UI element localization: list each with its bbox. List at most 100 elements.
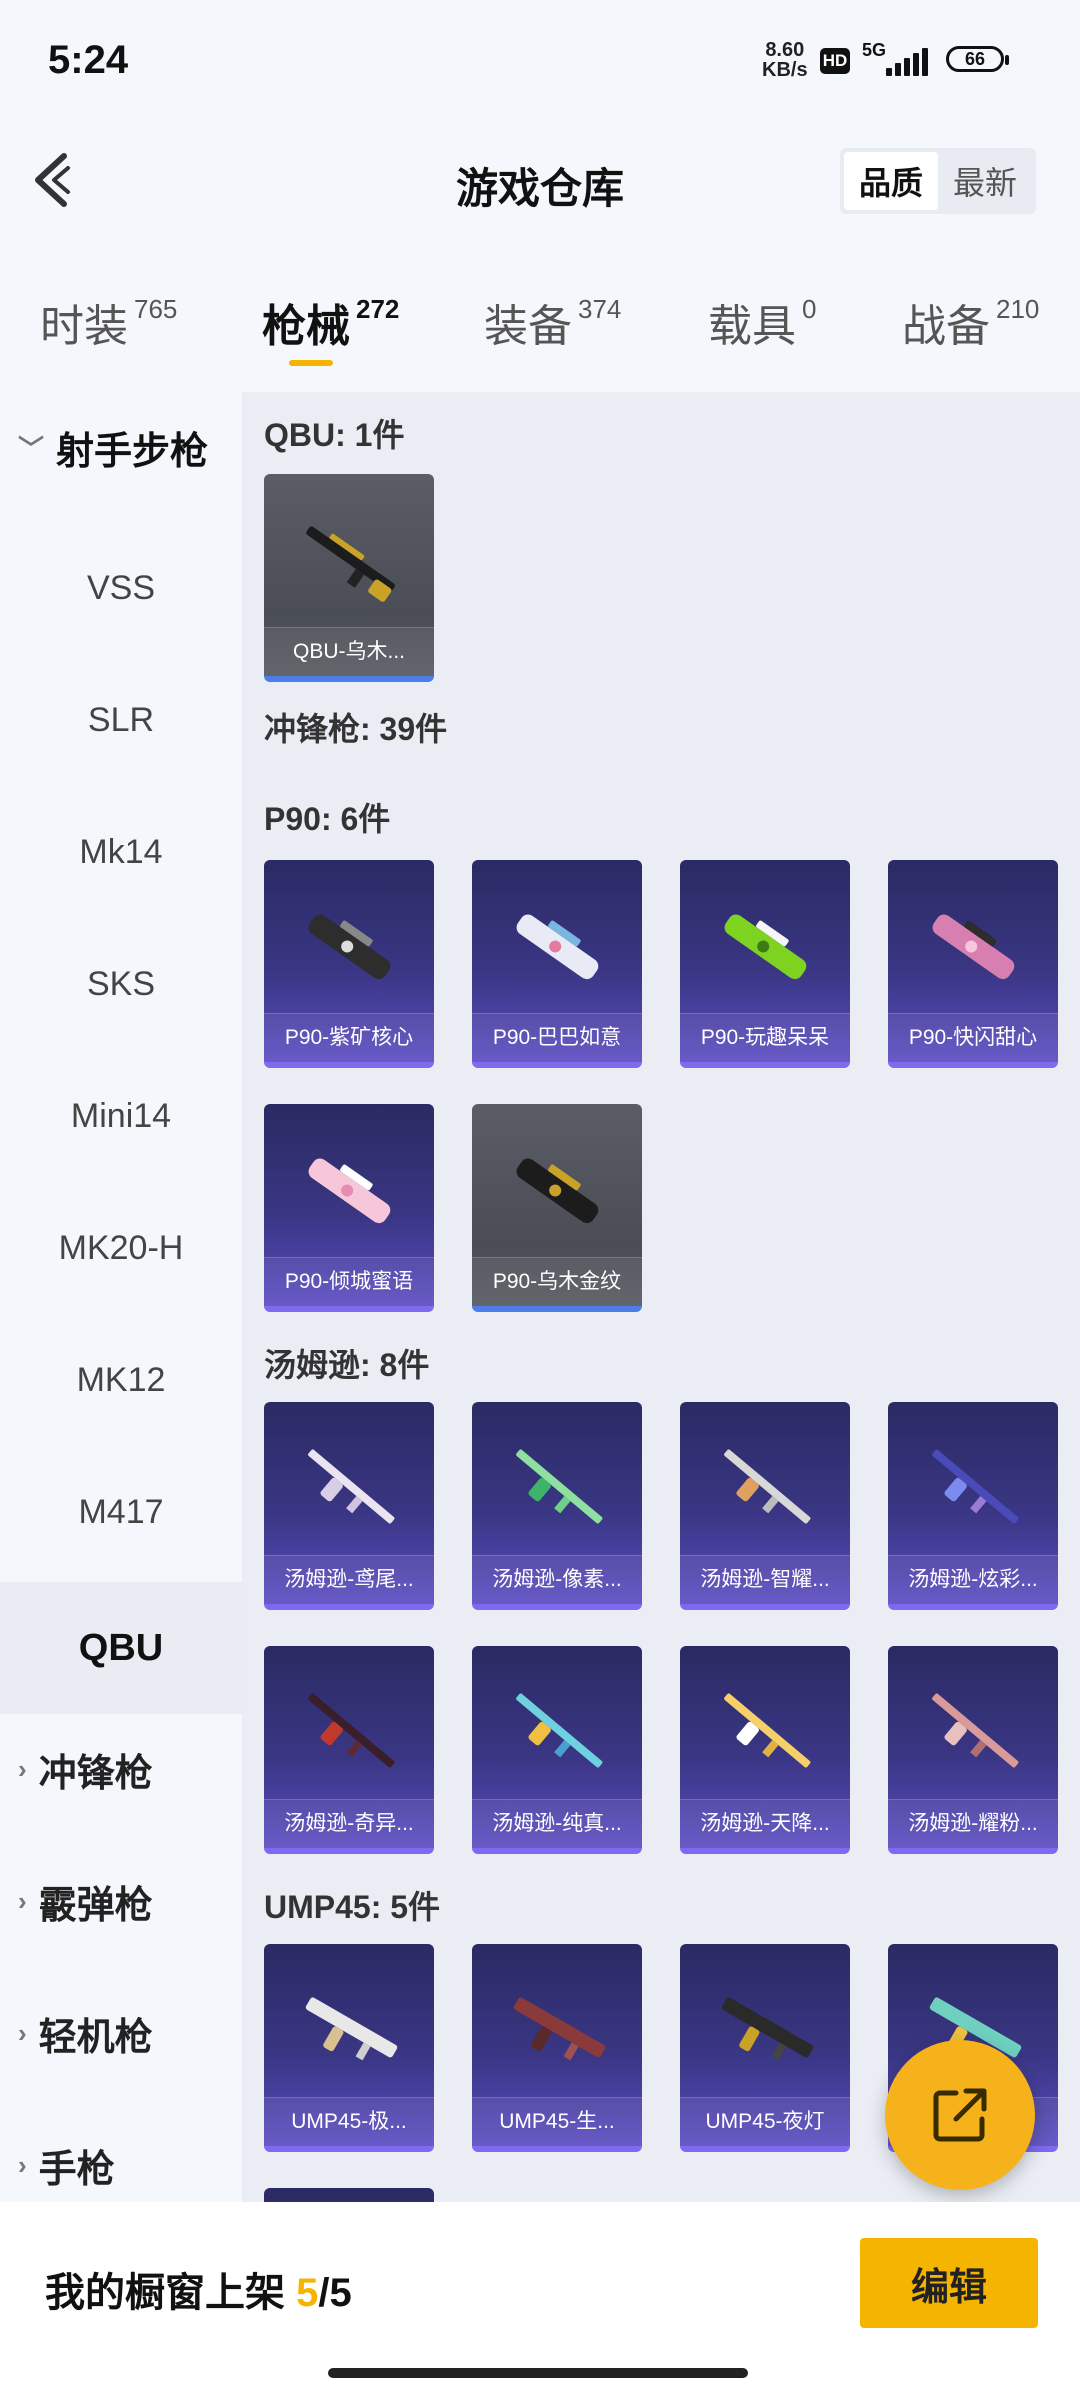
weapon-card-label: P90-巴巴如意 (472, 1013, 642, 1062)
sidebar-item-qbu[interactable]: QBU (0, 1582, 242, 1714)
sidebar-group-smg[interactable]: › 冲锋枪 (18, 1742, 153, 1797)
weapon-card-label: QBU-乌木... (264, 627, 434, 676)
weapon-card[interactable]: 汤姆逊-奇异... (264, 1646, 434, 1854)
weapon-card[interactable]: 汤姆逊-智耀... (680, 1402, 850, 1610)
sidebar-item-sks[interactable]: SKS (0, 918, 242, 1050)
weapon-card-label: 汤姆逊-纯真... (472, 1799, 642, 1848)
5g-icon: 5G (862, 40, 887, 60)
ump-skin-icon (305, 1997, 398, 2061)
weapon-card[interactable]: P90-巴巴如意 (472, 860, 642, 1068)
smg-skin-icon (516, 914, 599, 980)
weapon-card[interactable]: P90-乌木金纹 (472, 1104, 642, 1312)
tommy-gun-skin-icon (308, 1693, 395, 1768)
home-indicator[interactable] (328, 2368, 748, 2378)
weapon-card[interactable]: 汤姆逊-炫彩... (888, 1402, 1058, 1610)
tab-guns[interactable]: 枪械 272 (262, 290, 400, 366)
section-title-ump45: UMP45: 5件 (264, 1889, 441, 1925)
weapon-card-label: 汤姆逊-像素... (472, 1555, 642, 1604)
weapon-card-label: UMP45-夜灯 (680, 2097, 850, 2146)
weapon-card-label: 汤姆逊-炫彩... (888, 1555, 1058, 1604)
section-title-thompson: 汤姆逊: 8件 (264, 1347, 430, 1383)
chevron-right-icon: › (18, 2150, 27, 2180)
sidebar-item-mk12[interactable]: MK12 (0, 1314, 242, 1446)
sort-toggle[interactable]: 品质 最新 (840, 148, 1036, 214)
network-speed-value: 8.60 (765, 39, 805, 61)
tommy-gun-skin-icon (308, 1449, 395, 1524)
tab-count: 374 (578, 294, 622, 324)
sidebar-group-pistol[interactable]: › 手枪 (18, 2138, 115, 2193)
chevron-right-icon: › (18, 2018, 27, 2048)
weapon-card-label: P90-倾城蜜语 (264, 1257, 434, 1306)
chevron-down-icon: ﹀ (18, 434, 45, 464)
rifle-skin-icon (306, 526, 395, 602)
weapon-card-label: 汤姆逊-智耀... (680, 1555, 850, 1604)
weapon-card[interactable] (264, 2188, 434, 2202)
tab-count: 210 (996, 294, 1040, 324)
weapon-card[interactable]: QBU-乌木... (264, 474, 434, 682)
sidebar-item-mini14[interactable]: Mini14 (0, 1050, 242, 1182)
status-bar: 5:24 8.60 KB/s HD 5G 66 (0, 0, 1080, 120)
sidebar-item-mk20h[interactable]: MK20-H (0, 1182, 242, 1314)
share-icon (933, 2088, 987, 2142)
sidebar-item-slr[interactable]: SLR (0, 654, 242, 786)
sidebar-item-m417[interactable]: M417 (0, 1446, 242, 1578)
tommy-gun-skin-icon (932, 1693, 1019, 1768)
chevron-right-icon: › (18, 1886, 27, 1916)
status-time: 5:24 (48, 38, 129, 82)
sidebar-item-vss[interactable]: VSS (0, 522, 242, 654)
tab-label: 时装 (40, 302, 128, 351)
weapon-card[interactable]: 汤姆逊-纯真... (472, 1646, 642, 1854)
weapon-card-label: UMP45-生... (472, 2097, 642, 2146)
tab-label: 载具 (708, 302, 796, 351)
tommy-gun-skin-icon (724, 1449, 811, 1524)
weapon-card[interactable]: P90-玩趣呆呆 (680, 860, 850, 1068)
tommy-gun-skin-icon (516, 1449, 603, 1524)
tab-equipment[interactable]: 装备 374 (484, 290, 621, 354)
tab-fashion[interactable]: 时装 765 (40, 290, 177, 354)
tab-vehicles[interactable]: 载具 0 (708, 290, 816, 354)
weapon-card[interactable]: 汤姆逊-像素... (472, 1402, 642, 1610)
sidebar-group-lmg[interactable]: › 轻机枪 (18, 2006, 153, 2061)
smg-skin-icon (724, 914, 807, 980)
weapon-card[interactable]: P90-倾城蜜语 (264, 1104, 434, 1312)
weapon-card[interactable]: 汤姆逊-耀粉... (888, 1646, 1058, 1854)
sidebar-group-label: 手枪 (38, 2149, 115, 2191)
section-title-qbu: QBU: 1件 (264, 417, 405, 453)
showcase-label: 我的橱窗上架 (45, 2271, 285, 2315)
share-button[interactable] (885, 2040, 1035, 2190)
smg-skin-icon (932, 914, 1015, 980)
weapon-card[interactable]: UMP45-极... (264, 1944, 434, 2152)
weapon-card[interactable]: UMP45-夜灯 (680, 1944, 850, 2152)
sidebar-group-label: 冲锋枪 (38, 1753, 153, 1795)
sidebar-item-mk14[interactable]: Mk14 (0, 786, 242, 918)
chevron-right-icon: › (18, 1754, 27, 1784)
sidebar-group-shotgun[interactable]: › 霰弹枪 (18, 1874, 153, 1929)
weapon-card[interactable]: UMP45-生... (472, 1944, 642, 2152)
weapon-card[interactable]: 汤姆逊-天降... (680, 1646, 850, 1854)
weapon-card-label: P90-乌木金纹 (472, 1257, 642, 1306)
hd-icon: HD (820, 48, 850, 74)
sidebar-group-label: 轻机枪 (38, 2017, 153, 2059)
sort-newest-button[interactable]: 最新 (938, 152, 1032, 210)
tab-active-indicator (288, 360, 333, 366)
showcase-total: /5 (318, 2271, 352, 2315)
weapon-card-label: 汤姆逊-鸢尾... (264, 1555, 434, 1604)
bottom-bar: 我的橱窗上架 5/5 编辑 (0, 2202, 1080, 2400)
weapon-card[interactable]: P90-紫矿核心 (264, 860, 434, 1068)
edit-button[interactable]: 编辑 (860, 2238, 1038, 2328)
showcase-current-count: 5 (296, 2271, 319, 2315)
tommy-gun-skin-icon (724, 1693, 811, 1768)
weapon-card-label: P90-快闪甜心 (888, 1013, 1058, 1062)
sort-quality-button[interactable]: 品质 (844, 152, 938, 210)
sidebar-group-dmr[interactable]: ﹀ 射手步枪 (18, 420, 208, 475)
tommy-gun-skin-icon (516, 1693, 603, 1768)
ump-skin-icon (513, 1997, 606, 2061)
tab-supplies[interactable]: 战备 210 (902, 290, 1039, 354)
tab-label: 战备 (902, 302, 990, 351)
smg-skin-icon (308, 1158, 391, 1224)
weapon-card-label: 汤姆逊-奇异... (264, 1799, 434, 1848)
smg-skin-icon (516, 1158, 599, 1224)
tab-count: 272 (356, 294, 400, 324)
weapon-card[interactable]: 汤姆逊-鸢尾... (264, 1402, 434, 1610)
weapon-card[interactable]: P90-快闪甜心 (888, 860, 1058, 1068)
